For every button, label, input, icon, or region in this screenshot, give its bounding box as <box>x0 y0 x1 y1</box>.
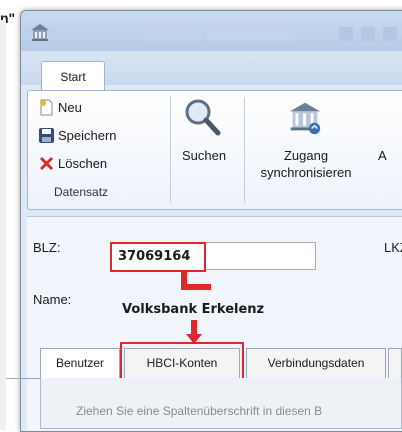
save-icon <box>39 128 54 143</box>
lkz-label: LKZ <box>384 240 402 255</box>
search-label: Suchen <box>181 148 227 163</box>
save-button[interactable]: Speichern <box>38 127 117 144</box>
title-bar <box>21 11 402 52</box>
maximize-button[interactable] <box>361 27 375 41</box>
blz-label: BLZ: <box>33 240 61 255</box>
red-arrow-turn <box>181 284 211 290</box>
ribbon-separator-2 <box>244 97 245 203</box>
sync-label-line1: Zugang <box>283 148 329 163</box>
sync-label-line2: synchronisieren <box>260 165 352 180</box>
group-hint-text: Ziehen Sie eine Spaltenüberschrift in di… <box>76 404 323 418</box>
ribbon-panel: Neu Speichern Löschen Datensatz Suchen Z… <box>27 90 402 210</box>
delete-label: Löschen <box>58 156 108 171</box>
new-icon <box>40 99 53 116</box>
tab-start[interactable]: Start <box>41 61 105 91</box>
name-value: Volksbank Erkelenz <box>122 302 265 317</box>
minimize-button[interactable] <box>339 27 353 41</box>
delete-icon <box>40 157 53 170</box>
blz-field[interactable]: 37069164 <box>110 242 206 272</box>
tab-benutzer[interactable]: Benutzer <box>40 348 120 379</box>
hbci-tab-highlight <box>120 342 244 380</box>
bank-sync-icon <box>289 102 321 135</box>
save-label: Speichern <box>58 128 117 143</box>
new-button[interactable]: Neu <box>38 99 82 116</box>
delete-button[interactable]: Löschen <box>38 155 107 172</box>
tab-more[interactable] <box>388 348 402 379</box>
tab-verbindungsdaten[interactable]: Verbindungsdaten <box>246 348 386 379</box>
new-label: Neu <box>58 100 82 115</box>
sync-button[interactable]: Zugang synchronisieren <box>250 95 362 185</box>
left-edge <box>0 20 6 430</box>
search-icon <box>185 99 221 136</box>
close-button[interactable] <box>383 27 397 41</box>
name-label: Name: <box>33 292 72 307</box>
ribbon-separator <box>170 97 171 203</box>
search-button[interactable]: Suchen <box>174 95 234 175</box>
title-blur-right <box>206 31 296 41</box>
title-blur-left <box>141 31 201 41</box>
ribbon-cut-label: A <box>378 148 387 163</box>
group-label-datensatz: Datensatz <box>54 185 109 199</box>
app-icon <box>31 24 49 41</box>
